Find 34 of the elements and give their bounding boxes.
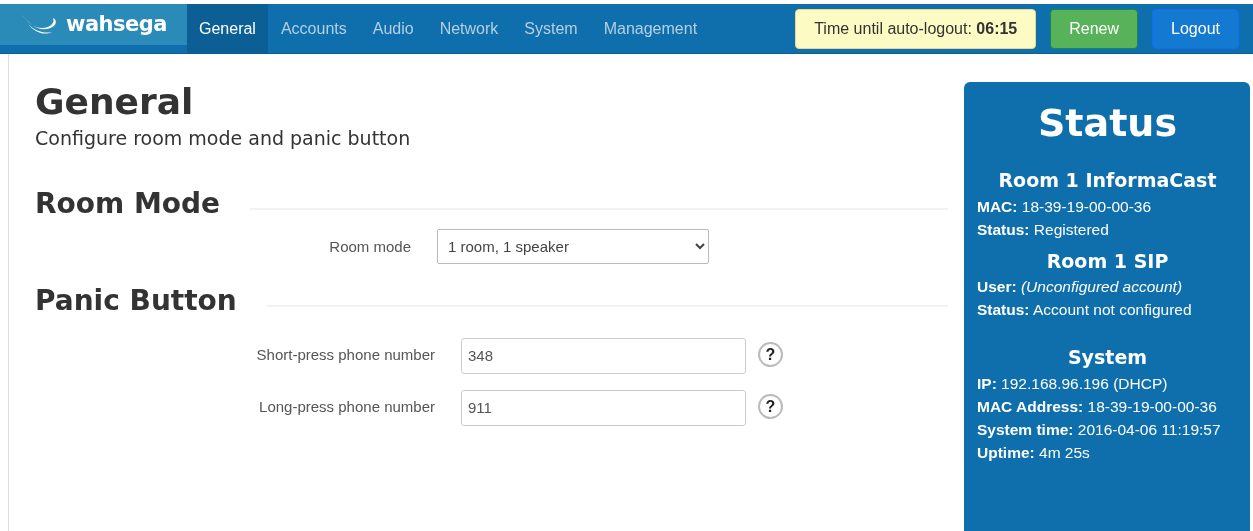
status-title: Status — [1037, 100, 1178, 147]
room-mode-select[interactable]: 1 room, 1 speaker — [437, 228, 709, 264]
field-label: Long-press phone number — [258, 396, 436, 417]
page-title: General — [35, 80, 195, 124]
nav-tab[interactable]: System — [511, 4, 591, 53]
status-line: System time: 2016-04-06 11:19:57 — [977, 419, 1222, 440]
nav-tab[interactable]: General — [187, 4, 268, 53]
status-line: User: (Unconfigured account) — [977, 277, 1184, 297]
phone-number-field[interactable]: 348 — [461, 337, 746, 374]
section-heading: Panic Button — [35, 282, 237, 319]
logout-timer: Time until auto-logout: 06:15 — [795, 8, 1037, 49]
renew-button[interactable]: Renew — [1050, 8, 1139, 49]
logo-text: wahsega — [66, 10, 167, 38]
status-group-heading: System — [1066, 345, 1149, 370]
field-label: Short-press phone number — [255, 344, 436, 365]
status-line: MAC: 18-39-19-00-00-36 — [977, 196, 1153, 217]
nav-tab[interactable]: Management — [590, 4, 711, 53]
help-button[interactable]: ? — [758, 393, 783, 419]
page-subtitle: Configure room mode and panic button — [35, 126, 412, 151]
phone-number-field[interactable]: 911 — [461, 389, 746, 426]
nav-tab[interactable]: Audio — [359, 4, 427, 53]
nav-tab[interactable]: Accounts — [267, 4, 360, 53]
status-line: IP: 192.168.96.196 (DHCP) — [977, 373, 1169, 394]
nav-tab[interactable]: Network — [426, 4, 512, 53]
status-group-heading: Room 1 SIP — [1045, 248, 1170, 274]
help-button[interactable]: ? — [758, 341, 783, 367]
status-line: MAC Address: 18-39-19-00-00-36 — [977, 396, 1218, 417]
status-line: Uptime: 4m 25s — [977, 442, 1091, 463]
field-label: Room mode — [328, 236, 412, 257]
status-line: Status: Account not configured — [977, 300, 1193, 320]
status-line: Status: Registered — [977, 219, 1110, 240]
logout-button[interactable]: Logout — [1152, 8, 1239, 49]
status-group-heading: Room 1 InformaCast — [997, 168, 1218, 193]
section-heading: Room Mode — [35, 185, 221, 222]
